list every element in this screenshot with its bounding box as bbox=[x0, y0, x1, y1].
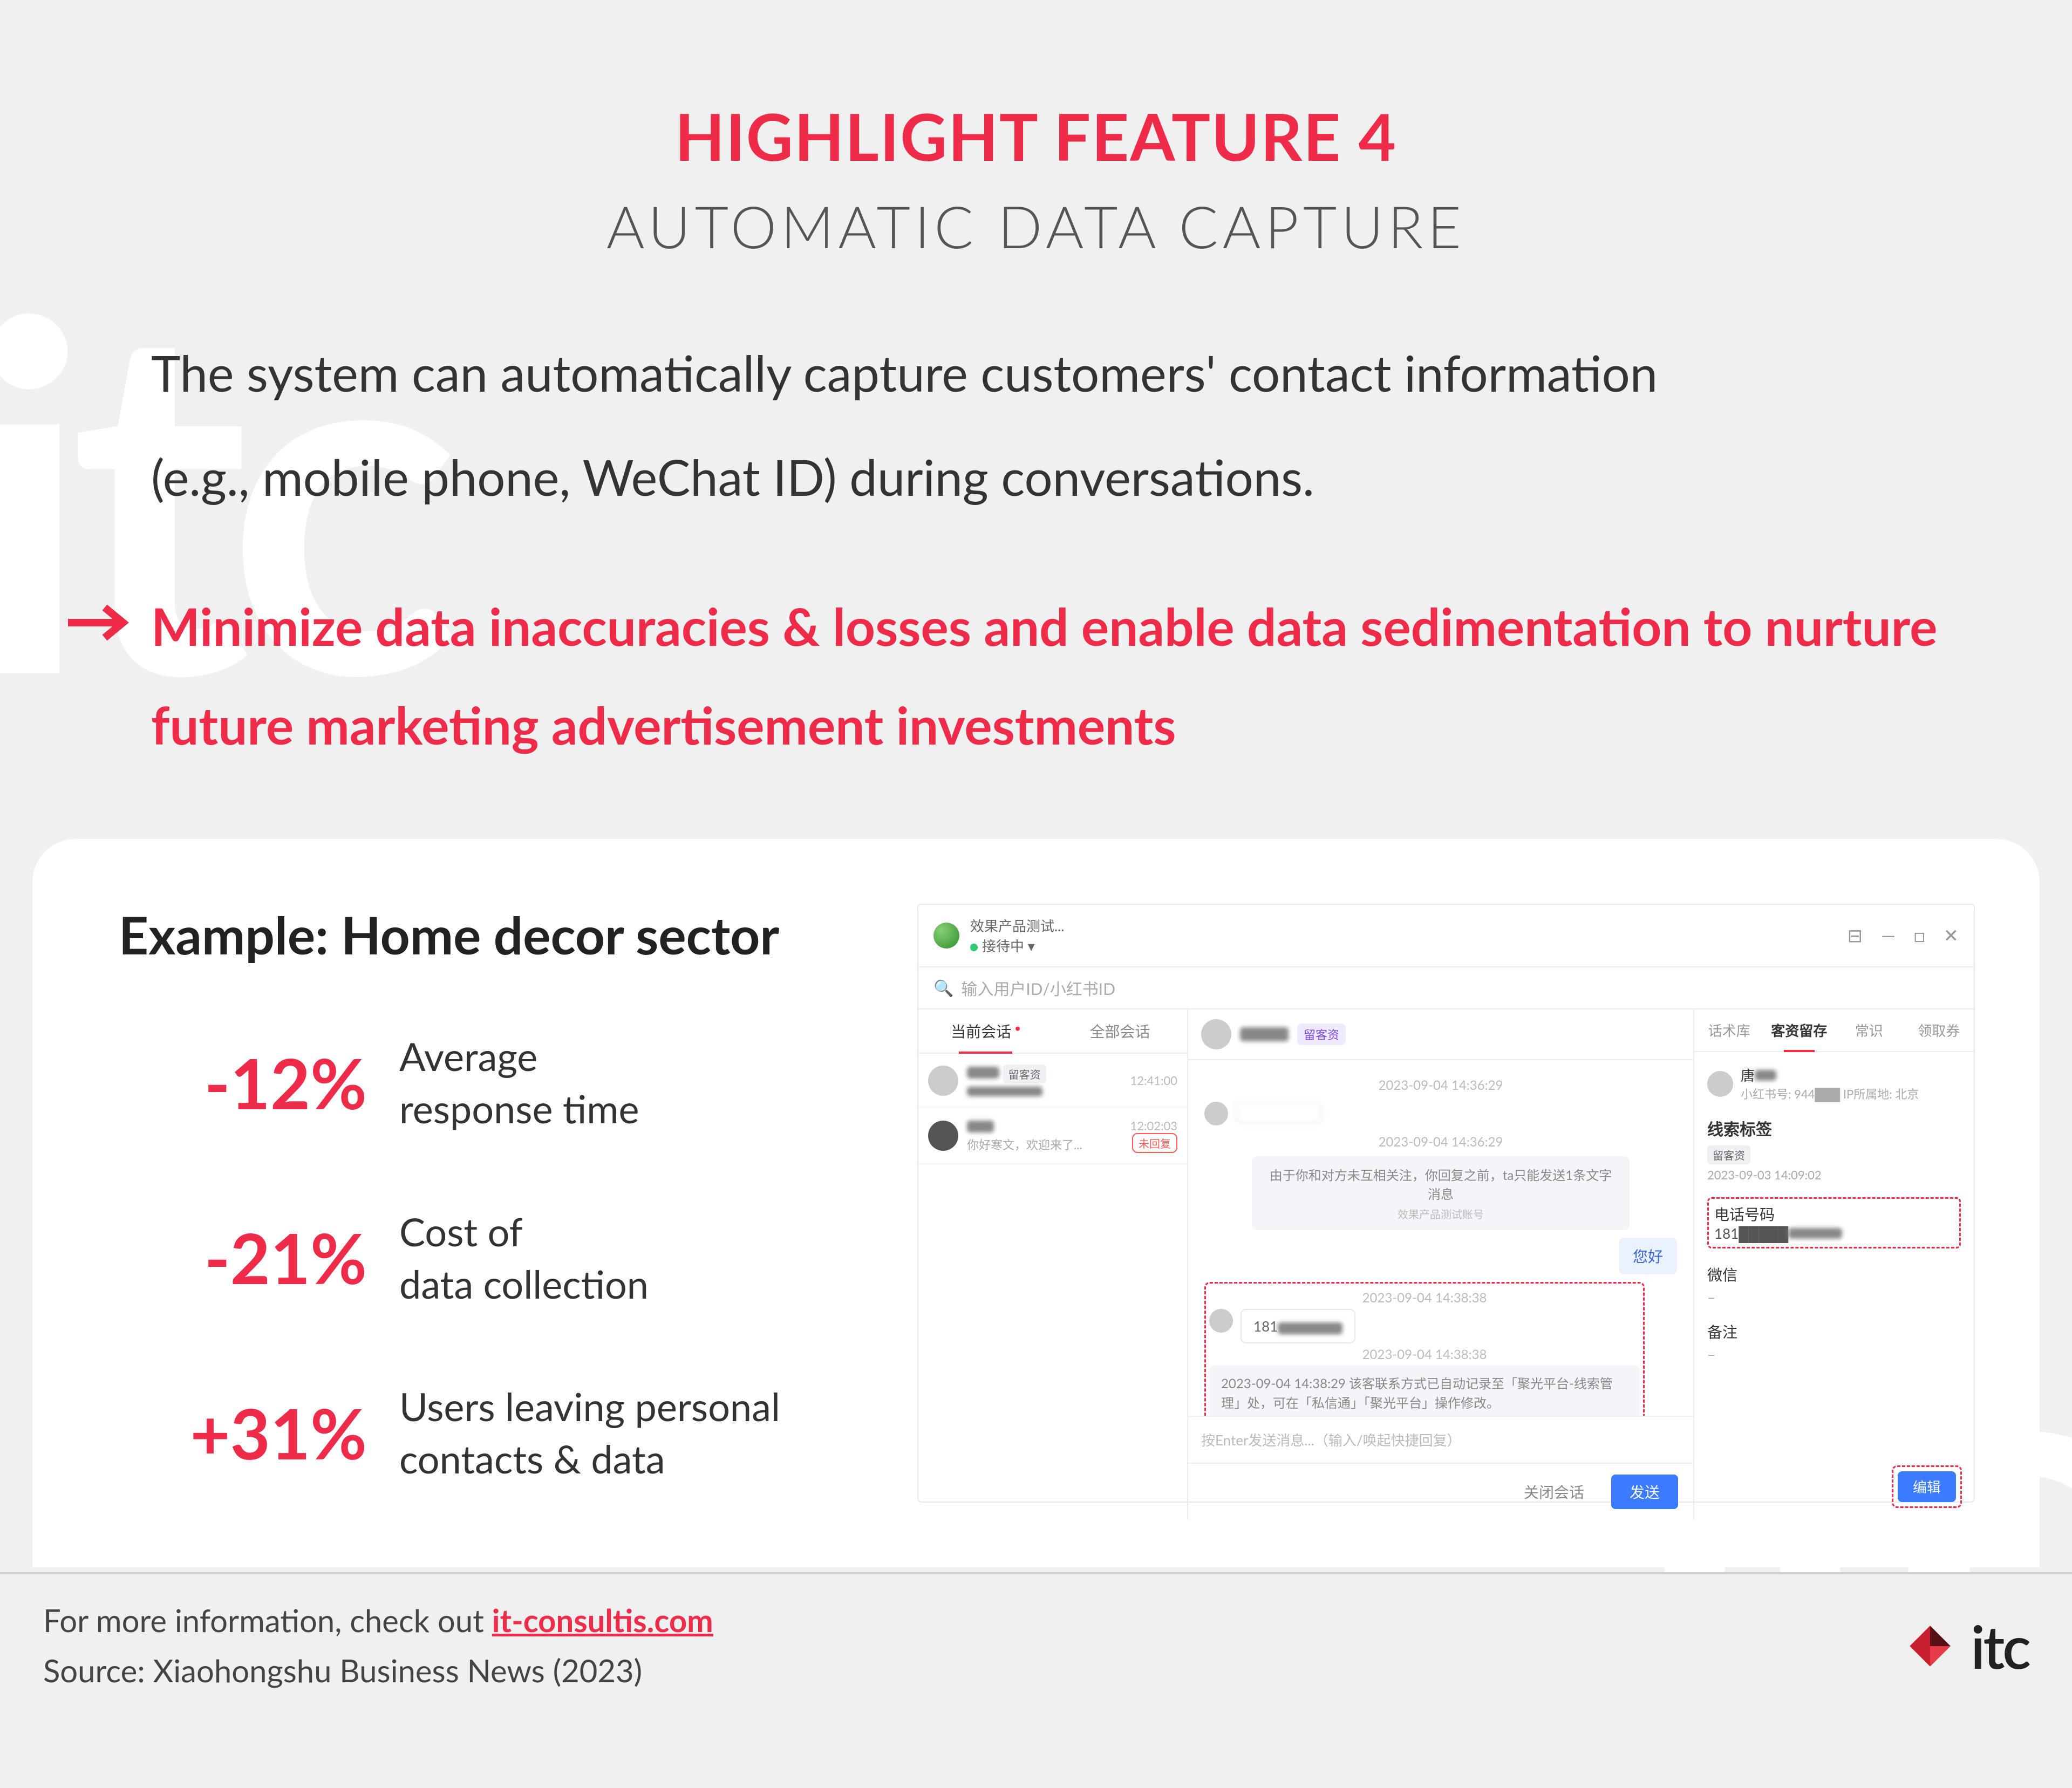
avatar bbox=[928, 1066, 958, 1096]
slide-title: HIGHLIGHT FEATURE 4 bbox=[0, 97, 2072, 175]
conversation-item[interactable]: 你好寒文，欢迎来了... 12:02:03 未回复 bbox=[918, 1108, 1187, 1164]
stat-value: -12% bbox=[119, 1042, 367, 1124]
example-title: Example: Home decor sector bbox=[119, 904, 874, 966]
lead-timestamp: 2023-09-03 14:09:02 bbox=[1707, 1168, 1961, 1182]
arrow-right-icon bbox=[65, 586, 130, 657]
close-conversation-button[interactable]: 关闭会话 bbox=[1510, 1476, 1598, 1508]
minimize-icon[interactable]: — bbox=[1881, 924, 1896, 947]
footer-info: For more information, check out it-consu… bbox=[43, 1596, 713, 1646]
timestamp: 12:02:03 bbox=[1130, 1118, 1177, 1133]
avatar bbox=[928, 1121, 958, 1151]
tab-all-conv[interactable]: 全部会话 bbox=[1053, 1009, 1187, 1053]
search-input[interactable]: 输入用户ID/小红书ID bbox=[961, 976, 1115, 1000]
body-text: The system can automatically capture cus… bbox=[151, 320, 1878, 529]
conversation-item[interactable]: 留客资 12:41:00 bbox=[918, 1054, 1187, 1108]
right-tab-scripts[interactable]: 话术库 bbox=[1694, 1009, 1764, 1051]
avatar bbox=[1707, 1071, 1733, 1097]
chat-timestamp: 2023-09-04 14:38:38 bbox=[1209, 1347, 1640, 1362]
timestamp: 12:41:00 bbox=[1130, 1073, 1177, 1088]
badge: 留客资 bbox=[1003, 1064, 1046, 1083]
chat-timestamp: 2023-09-04 14:38:38 bbox=[1209, 1290, 1640, 1306]
system-message: 由于你和对方未互相关注，你回复之前，ta只能发送1条文字消息 效果产品测试账号 bbox=[1252, 1156, 1630, 1230]
auto-capture-notice: 2023-09-04 14:38:29 该客联系方式已自动记录至「聚光平台-线索… bbox=[1209, 1366, 1640, 1416]
stat-label: Cost of data collection bbox=[399, 1206, 649, 1311]
highlighted-capture-area: 2023-09-04 14:38:38 181 2023-09-04 14:38… bbox=[1204, 1282, 1645, 1416]
unread-badge: 未回复 bbox=[1132, 1133, 1177, 1153]
slide-subtitle: AUTOMATIC DATA CAPTURE bbox=[0, 191, 2072, 261]
edit-button[interactable]: 编辑 bbox=[1898, 1471, 1956, 1502]
stat-value: +31% bbox=[119, 1392, 367, 1475]
received-message: 181 bbox=[1241, 1309, 1355, 1343]
stat-value: -21% bbox=[119, 1217, 367, 1299]
chat-input[interactable]: 按Enter发送消息...（输入/唤起快捷回复） bbox=[1188, 1416, 1693, 1463]
brand-logo: itc bbox=[1906, 1610, 2029, 1682]
maximize-icon[interactable]: □ bbox=[1914, 924, 1925, 947]
search-icon: 🔍 bbox=[933, 978, 953, 998]
field-note: 备注 bbox=[1707, 1321, 1961, 1342]
app-status: 接待中 ▾ bbox=[970, 936, 1064, 956]
right-tab-coupons[interactable]: 领取券 bbox=[1904, 1009, 1974, 1051]
field-wechat: 微信 bbox=[1707, 1264, 1961, 1285]
right-tab-knowledge[interactable]: 常识 bbox=[1834, 1009, 1904, 1051]
chat-badge: 留客资 bbox=[1297, 1023, 1346, 1045]
stat-row-2: -21% Cost of data collection bbox=[119, 1206, 874, 1311]
body-line-1: The system can automatically capture cus… bbox=[151, 320, 1878, 425]
logo-mark-icon bbox=[1906, 1622, 1954, 1670]
chat-timestamp: 2023-09-04 14:36:29 bbox=[1204, 1077, 1677, 1093]
logo-text: itc bbox=[1971, 1610, 2029, 1682]
app-avatar-icon bbox=[933, 923, 959, 948]
send-button[interactable]: 发送 bbox=[1611, 1475, 1678, 1509]
stat-label: Average response time bbox=[399, 1031, 639, 1135]
right-tab-leads[interactable]: 客资留存 bbox=[1764, 1009, 1835, 1051]
app-screenshot: 效果产品测试... 接待中 ▾ ⊟ — □ ✕ 🔍 输入用户ID/小红书ID 当… bbox=[917, 904, 1975, 1503]
stat-label: Users leaving personal contacts & data bbox=[399, 1381, 780, 1485]
tab-current-conv[interactable]: 当前会话 ● bbox=[918, 1009, 1053, 1053]
sent-message: 您好 bbox=[1619, 1238, 1677, 1274]
chat-timestamp: 2023-09-04 14:36:29 bbox=[1204, 1134, 1677, 1150]
avatar bbox=[1209, 1309, 1233, 1333]
footer: For more information, check out it-consu… bbox=[0, 1572, 2072, 1723]
stat-row-1: -12% Average response time bbox=[119, 1031, 874, 1135]
stat-row-3: +31% Users leaving personal contacts & d… bbox=[119, 1381, 874, 1485]
edit-button-highlight: 编辑 bbox=[1892, 1465, 1962, 1508]
user-meta: 小红书号: 944███ IP所属地: 北京 bbox=[1741, 1085, 1919, 1102]
lead-tag: 留客资 bbox=[1707, 1145, 1750, 1164]
help-icon[interactable]: ⊟ bbox=[1848, 924, 1863, 947]
footer-source: Source: Xiaohongshu Business News (2023) bbox=[43, 1646, 713, 1696]
body-line-2: (e.g., mobile phone, WeChat ID) during c… bbox=[151, 425, 1878, 529]
close-icon[interactable]: ✕ bbox=[1944, 924, 1959, 947]
avatar bbox=[1204, 1102, 1228, 1125]
captured-phone-field: 电话号码 181█████ bbox=[1707, 1197, 1961, 1248]
avatar bbox=[1201, 1019, 1231, 1049]
app-title: 效果产品测试... bbox=[970, 916, 1064, 936]
conv-preview: 你好寒文，欢迎来了... bbox=[967, 1136, 1082, 1153]
callout-text: Minimize data inaccuracies & losses and … bbox=[151, 577, 2007, 774]
footer-link[interactable]: it-consultis.com bbox=[492, 1602, 713, 1639]
example-card: Example: Home decor sector -12% Average … bbox=[32, 839, 2040, 1567]
section-lead-tags: 线索标签 bbox=[1707, 1116, 1961, 1140]
